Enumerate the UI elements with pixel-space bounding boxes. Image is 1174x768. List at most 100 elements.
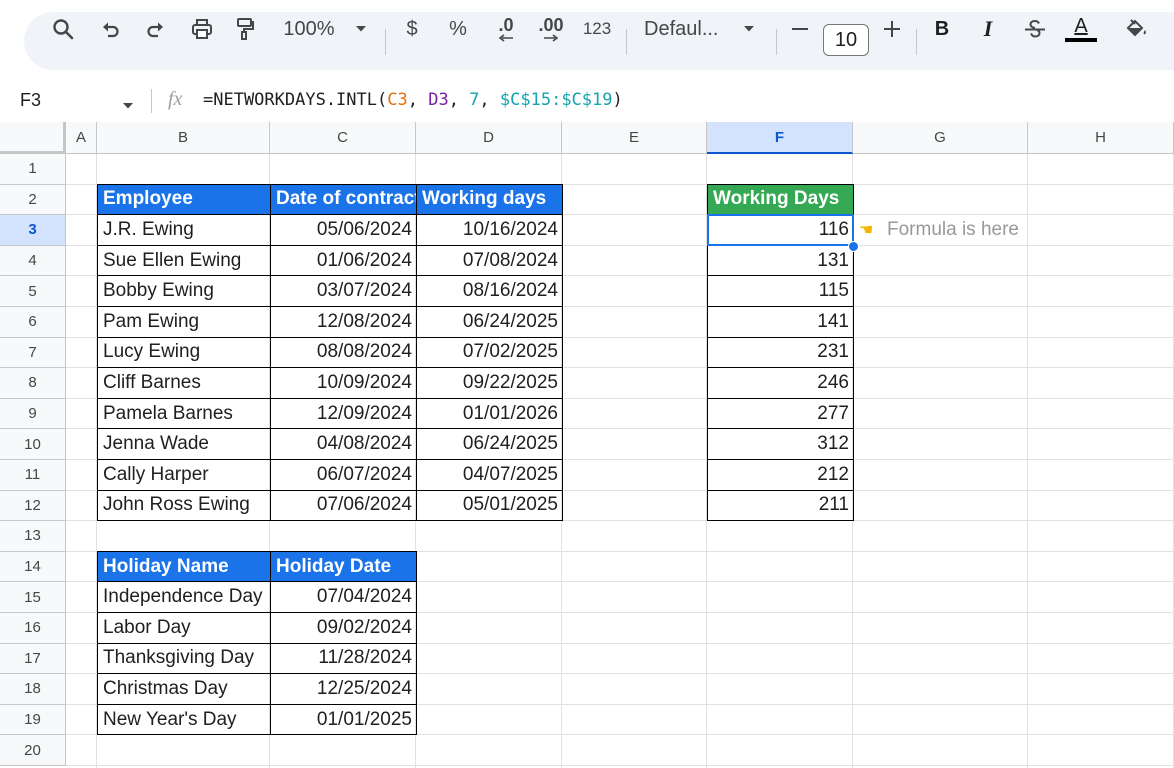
holiday-name-cell[interactable]: Independence Day: [97, 581, 271, 613]
row-header-9[interactable]: 9: [0, 398, 66, 430]
column-header-d[interactable]: D: [416, 122, 562, 154]
employee-name-cell[interactable]: J.R. Ewing: [97, 214, 271, 246]
holiday-name-cell[interactable]: Thanksgiving Day: [97, 642, 271, 675]
date-cell[interactable]: 01/01/2026: [416, 397, 563, 430]
row-header-8[interactable]: 8: [0, 368, 66, 399]
row-header-16[interactable]: 16: [0, 613, 66, 644]
text-color-button[interactable]: A: [1064, 0, 1098, 58]
number-format-button[interactable]: 123: [580, 0, 614, 58]
date-cell[interactable]: 09/22/2025: [416, 367, 563, 399]
column-header-b[interactable]: B: [97, 122, 270, 154]
dropdown-icon[interactable]: [738, 0, 760, 58]
holiday-date-cell[interactable]: 01/01/2025: [270, 703, 417, 736]
row-header-20[interactable]: 20: [0, 735, 66, 766]
currency-button[interactable]: $: [398, 0, 426, 58]
working-days-cell[interactable]: 231: [707, 336, 854, 369]
column-header-a[interactable]: A: [66, 122, 97, 154]
employee-name-cell[interactable]: Pamela Barnes: [97, 397, 271, 430]
row-header-17[interactable]: 17: [0, 643, 66, 675]
table-header-cell[interactable]: Employee: [97, 183, 271, 216]
row-header-11[interactable]: 11: [0, 460, 66, 491]
working-days-cell[interactable]: 211: [707, 489, 854, 522]
print-icon[interactable]: [186, 0, 218, 58]
column-header-g[interactable]: G: [853, 122, 1028, 154]
date-cell[interactable]: 12/09/2024: [270, 397, 417, 430]
row-header-1[interactable]: 1: [0, 154, 66, 185]
employee-name-cell[interactable]: Pam Ewing: [97, 306, 271, 338]
strikethrough-icon[interactable]: [1020, 0, 1050, 58]
working-days-cell[interactable]: 115: [707, 275, 854, 307]
formula-input[interactable]: =NETWORKDAYS.INTL(C3, D3, 7, $C$15:$C$19…: [203, 90, 623, 110]
date-cell[interactable]: 03/07/2024: [270, 275, 417, 307]
holiday-name-cell[interactable]: New Year's Day: [97, 703, 271, 736]
holiday-header-cell[interactable]: Holiday Date: [270, 550, 417, 583]
holiday-header-cell[interactable]: Holiday Name: [97, 550, 271, 583]
paint-format-icon[interactable]: [230, 0, 260, 58]
employee-name-cell[interactable]: Cliff Barnes: [97, 367, 271, 399]
holiday-date-cell[interactable]: 11/28/2024: [270, 642, 417, 675]
date-cell[interactable]: 08/16/2024: [416, 275, 563, 307]
font-select[interactable]: Defaul...: [644, 0, 728, 58]
date-cell[interactable]: 12/08/2024: [270, 306, 417, 338]
row-header-6[interactable]: 6: [0, 307, 66, 338]
column-header-c[interactable]: C: [270, 122, 416, 154]
row-header-2[interactable]: 2: [0, 184, 66, 216]
employee-name-cell[interactable]: Lucy Ewing: [97, 336, 271, 369]
date-cell[interactable]: 07/06/2024: [270, 489, 417, 522]
date-cell[interactable]: 06/07/2024: [270, 459, 417, 491]
working-days-cell[interactable]: 212: [707, 459, 854, 491]
column-header-e[interactable]: E: [562, 122, 707, 154]
plus-icon[interactable]: [878, 0, 906, 58]
row-header-5[interactable]: 5: [0, 276, 66, 307]
increase-decimal-button[interactable]: .00: [534, 0, 568, 58]
font-size-input[interactable]: 10: [823, 24, 869, 56]
date-cell[interactable]: 05/06/2024: [270, 214, 417, 246]
date-cell[interactable]: 06/24/2025: [416, 306, 563, 338]
select-all-corner[interactable]: [0, 122, 66, 154]
column-header-h[interactable]: H: [1028, 122, 1174, 154]
row-header-18[interactable]: 18: [0, 674, 66, 705]
date-cell[interactable]: 10/16/2024: [416, 214, 563, 246]
redo-icon[interactable]: [140, 0, 170, 58]
employee-name-cell[interactable]: Cally Harper: [97, 459, 271, 491]
row-header-4[interactable]: 4: [0, 245, 66, 277]
row-header-14[interactable]: 14: [0, 551, 66, 583]
undo-icon[interactable]: [96, 0, 126, 58]
search-icon[interactable]: [46, 0, 80, 58]
date-cell[interactable]: 07/02/2025: [416, 336, 563, 369]
date-cell[interactable]: 10/09/2024: [270, 367, 417, 399]
employee-name-cell[interactable]: Sue Ellen Ewing: [97, 244, 271, 277]
holiday-name-cell[interactable]: Christmas Day: [97, 673, 271, 705]
percent-button[interactable]: %: [444, 0, 472, 58]
working-days-cell[interactable]: 277: [707, 397, 854, 430]
row-header-13[interactable]: 13: [0, 521, 66, 552]
chevron-down-icon[interactable]: [122, 97, 134, 115]
row-header-10[interactable]: 10: [0, 429, 66, 460]
working-days-cell[interactable]: 131: [707, 244, 854, 277]
fill-color-icon[interactable]: [1122, 0, 1152, 58]
dropdown-icon[interactable]: [350, 0, 372, 58]
holiday-name-cell[interactable]: Labor Day: [97, 612, 271, 644]
bold-button[interactable]: B: [928, 0, 956, 58]
working-days-header-cell[interactable]: Working Days: [707, 183, 854, 216]
holiday-date-cell[interactable]: 12/25/2024: [270, 673, 417, 705]
date-cell[interactable]: 06/24/2025: [416, 428, 563, 460]
employee-name-cell[interactable]: Jenna Wade: [97, 428, 271, 460]
italic-button[interactable]: I: [974, 0, 1002, 58]
employee-name-cell[interactable]: Bobby Ewing: [97, 275, 271, 307]
row-header-12[interactable]: 12: [0, 490, 66, 522]
working-days-cell[interactable]: 246: [707, 367, 854, 399]
row-header-15[interactable]: 15: [0, 582, 66, 613]
holiday-date-cell[interactable]: 09/02/2024: [270, 612, 417, 644]
date-cell[interactable]: 05/01/2025: [416, 489, 563, 522]
name-box[interactable]: F3: [20, 90, 41, 111]
table-header-cell[interactable]: Working days: [416, 183, 563, 216]
spreadsheet-grid[interactable]: A B C D E F G H 1 2 3 4 5 6 7 8 9 10 11 12 13 14 15 16 17 18 19 20 E…: [0, 122, 1174, 768]
date-cell[interactable]: 04/07/2025: [416, 459, 563, 491]
working-days-cell[interactable]: 116: [707, 214, 854, 246]
working-days-cell[interactable]: 141: [707, 306, 854, 338]
date-cell[interactable]: 07/08/2024: [416, 244, 563, 277]
zoom-select[interactable]: 100%: [278, 0, 340, 58]
date-cell[interactable]: 04/08/2024: [270, 428, 417, 460]
column-header-f[interactable]: F: [707, 122, 853, 154]
